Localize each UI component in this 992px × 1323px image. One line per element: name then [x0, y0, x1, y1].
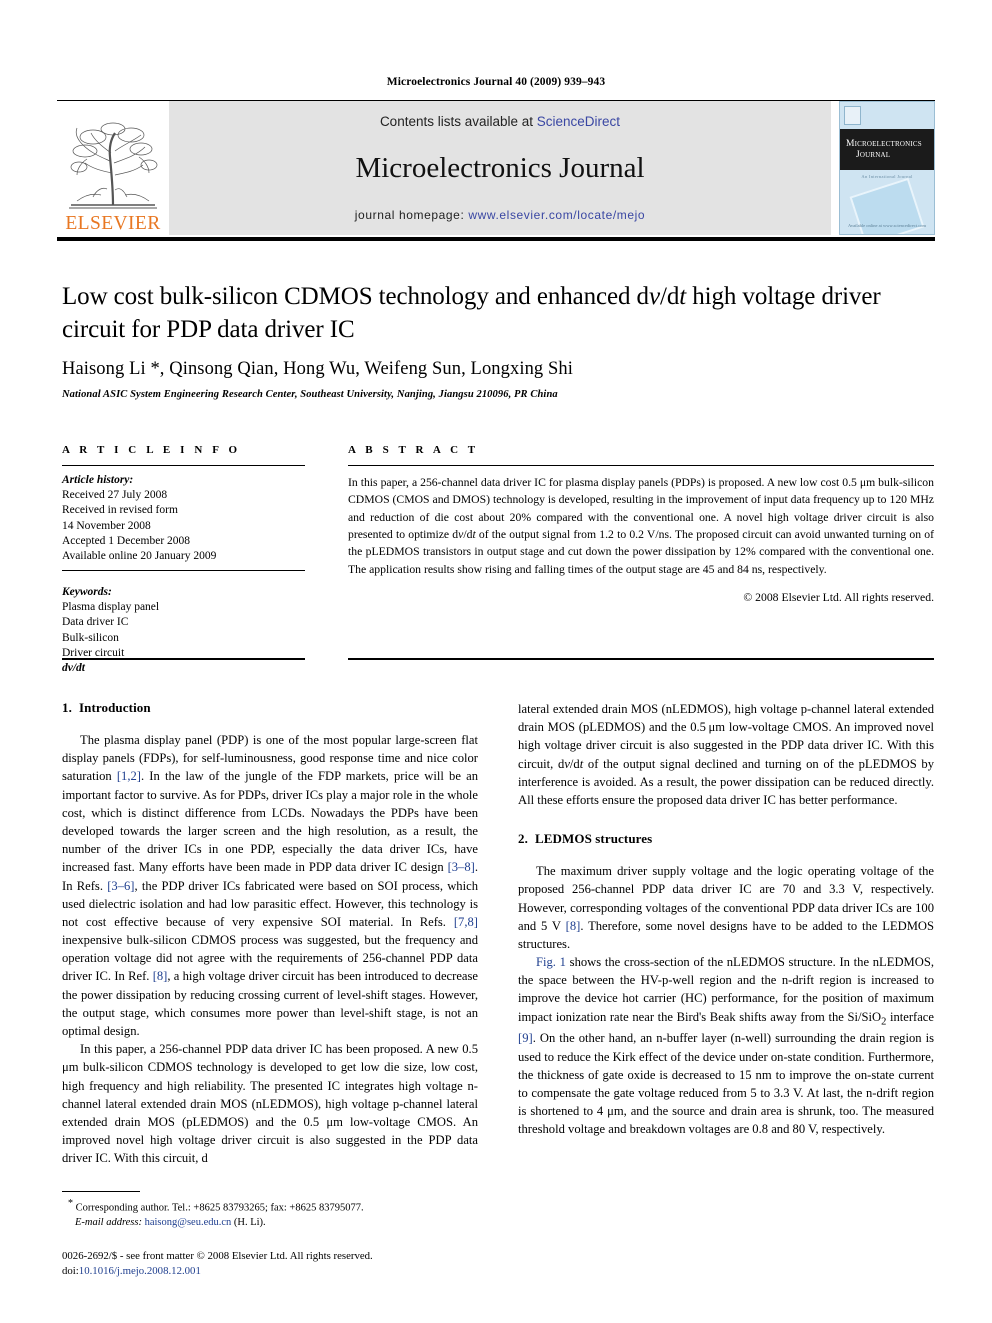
corresponding-author-text: Corresponding author. Tel.: +8625 837932… — [73, 1202, 364, 1214]
article-info-bottom-rule — [62, 658, 305, 660]
cover-footer-text: Available online at www.sciencedirect.co… — [848, 223, 926, 228]
section-heading-introduction: 1. Introduction — [62, 700, 478, 716]
text-run: /d — [569, 756, 580, 771]
email-suffix: (H. Li). — [231, 1217, 266, 1229]
running-head: Microelectronics Journal 40 (2009) 939–9… — [386, 76, 606, 88]
history-item: 14 November 2008 — [62, 519, 151, 532]
journal-masthead: ELSEVIER Contents lists available at Sci… — [57, 101, 935, 235]
keyword-item: Bulk-silicon — [62, 631, 119, 644]
copyright-line: © 2008 Elsevier Ltd. All rights reserved… — [743, 590, 934, 604]
journal-homepage-line: journal homepage: www.elsevier.com/locat… — [355, 208, 645, 222]
column-gutter — [305, 444, 348, 676]
body-column-right: lateral extended drain MOS (nLEDMOS), hi… — [518, 700, 934, 1168]
section-number: 1. — [62, 700, 72, 715]
body-column-left: 1. Introduction The plasma display panel … — [62, 700, 478, 1168]
masthead-center: Contents lists available at ScienceDirec… — [169, 101, 831, 235]
article-history: Article history: Received 27 July 2008 R… — [62, 466, 305, 564]
text-run: interface — [886, 1009, 934, 1024]
history-item: Received 27 July 2008 — [62, 489, 168, 502]
title-part-b: /d — [659, 283, 680, 310]
history-item: Received in revised form — [62, 504, 178, 517]
paragraph-intro-1: The plasma display panel (PDP) is one of… — [62, 731, 478, 1040]
abstract-text: In this paper, a 256-channel data driver… — [348, 466, 934, 578]
history-item: Available online 20 January 2009 — [62, 549, 217, 562]
colophon: 0026-2692/$ - see front matter © 2008 El… — [62, 1249, 492, 1280]
elsevier-wordmark: ELSEVIER — [65, 212, 161, 234]
affiliation: National ASIC System Engineering Researc… — [62, 389, 558, 400]
citation-ref[interactable]: [7,8] — [454, 915, 478, 929]
title-part-a: Low cost bulk-silicon CDMOS technology a… — [62, 283, 649, 310]
email-link[interactable]: haisong@seu.edu.cn — [142, 1217, 232, 1228]
keyword-item: Plasma display panel — [62, 601, 160, 614]
article-info-heading: A R T I C L E I N F O — [62, 444, 241, 456]
doi-label: doi: — [62, 1265, 79, 1278]
section-heading-ledmos: 2. LEDMOS structures — [518, 831, 934, 847]
cover-title-line2: Journal — [856, 149, 891, 160]
body-column-gutter — [478, 700, 518, 1168]
article-info-column: A R T I C L E I N F O Article history: R… — [62, 444, 305, 676]
journal-cover-thumbnail: Microelectronics Journal An Internationa… — [839, 101, 935, 235]
keywords-divider-rule — [62, 570, 305, 572]
footnote-separator-rule — [62, 1191, 140, 1192]
history-item: Accepted 1 December 2008 — [62, 534, 191, 547]
title-italic-v: v — [648, 283, 660, 310]
journal-title: Microelectronics Journal — [355, 152, 645, 184]
citation-ref[interactable]: [8] — [153, 969, 168, 983]
cover-title-line1: Microelectronics — [846, 138, 922, 149]
section-number: 2. — [518, 831, 528, 847]
contents-lists-line: Contents lists available at ScienceDirec… — [380, 114, 620, 129]
email-label: E-mail address: — [75, 1217, 142, 1229]
corresponding-author-footnote: * Corresponding author. Tel.: +8625 8379… — [62, 1197, 478, 1231]
keywords-block: Keywords: Plasma display panel Data driv… — [62, 578, 305, 676]
elsevier-logo: ELSEVIER — [57, 101, 169, 235]
abstract-bottom-rule — [348, 658, 934, 660]
paragraph-intro-2: In this paper, a 256-channel PDP data dr… — [62, 1042, 478, 1166]
section-title: LEDMOS structures — [534, 831, 653, 847]
citation-ref[interactable]: [1,2] — [117, 769, 141, 783]
citation-ref[interactable]: [3–8] — [448, 860, 475, 874]
text-run: . In the law of the jungle of the FDP ma… — [62, 769, 479, 875]
body-columns: 1. Introduction The plasma display panel … — [62, 700, 934, 1168]
citation-ref[interactable]: [3–6] — [107, 879, 134, 893]
citation-ref[interactable]: [8] — [566, 919, 581, 933]
text-run: . Therefore, some novel designs have to … — [518, 918, 934, 951]
sciencedirect-link[interactable]: ScienceDirect — [537, 114, 620, 129]
doi-link[interactable]: 10.1016/j.mejo.2008.12.001 — [79, 1265, 201, 1277]
paragraph-ledmos-1: The maximum driver supply voltage and th… — [518, 862, 934, 953]
masthead-bottom-thick-rule — [57, 237, 935, 241]
info-abstract-block: A R T I C L E I N F O Article history: R… — [62, 444, 934, 676]
abstract-column: A B S T R A C T In this paper, a 256-cha… — [348, 444, 934, 676]
journal-homepage-link[interactable]: www.elsevier.com/locate/mejo — [468, 208, 645, 222]
paragraph-ledmos-2: Fig. 1 shows the cross-section of the nL… — [518, 953, 934, 1138]
figure-ref[interactable]: Fig. 1 — [536, 955, 566, 969]
author-list: Haisong Li *, Qinsong Qian, Hong Wu, Wei… — [62, 359, 573, 379]
section-title: Introduction — [78, 700, 151, 715]
article-history-label: Article history: — [62, 474, 134, 486]
journal-article-page: Microelectronics Journal 40 (2009) 939–9… — [0, 0, 992, 1323]
text-run: . On the other hand, an n-buffer layer (… — [518, 1031, 934, 1137]
cover-elsevier-mark-icon — [844, 106, 861, 125]
keyword-item: dv/dt — [62, 661, 85, 674]
homepage-prefix: journal homepage: — [354, 208, 469, 222]
contents-lists-prefix: Contents lists available at — [379, 114, 537, 129]
page-title: Low cost bulk-silicon CDMOS technology a… — [62, 281, 934, 346]
citation-ref[interactable]: [9] — [518, 1031, 533, 1045]
cover-title-band: Microelectronics Journal — [840, 129, 934, 170]
issn-copyright-line: 0026-2692/$ - see front matter © 2008 El… — [62, 1250, 373, 1262]
cover-subtitle: An International Journal — [861, 174, 913, 179]
keyword-item: Data driver IC — [62, 616, 129, 629]
paragraph-intro-2-continued: lateral extended drain MOS (nLEDMOS), hi… — [518, 700, 934, 809]
keywords-label: Keywords: — [62, 586, 112, 599]
elsevier-tree-icon — [63, 117, 163, 214]
title-block: Low cost bulk-silicon CDMOS technology a… — [62, 281, 934, 400]
text-run: shows the cross-section of the nLEDMOS s… — [518, 955, 934, 1024]
doi-line: doi:10.1016/j.mejo.2008.12.001 — [62, 1264, 492, 1279]
abstract-heading: A B S T R A C T — [348, 444, 479, 456]
